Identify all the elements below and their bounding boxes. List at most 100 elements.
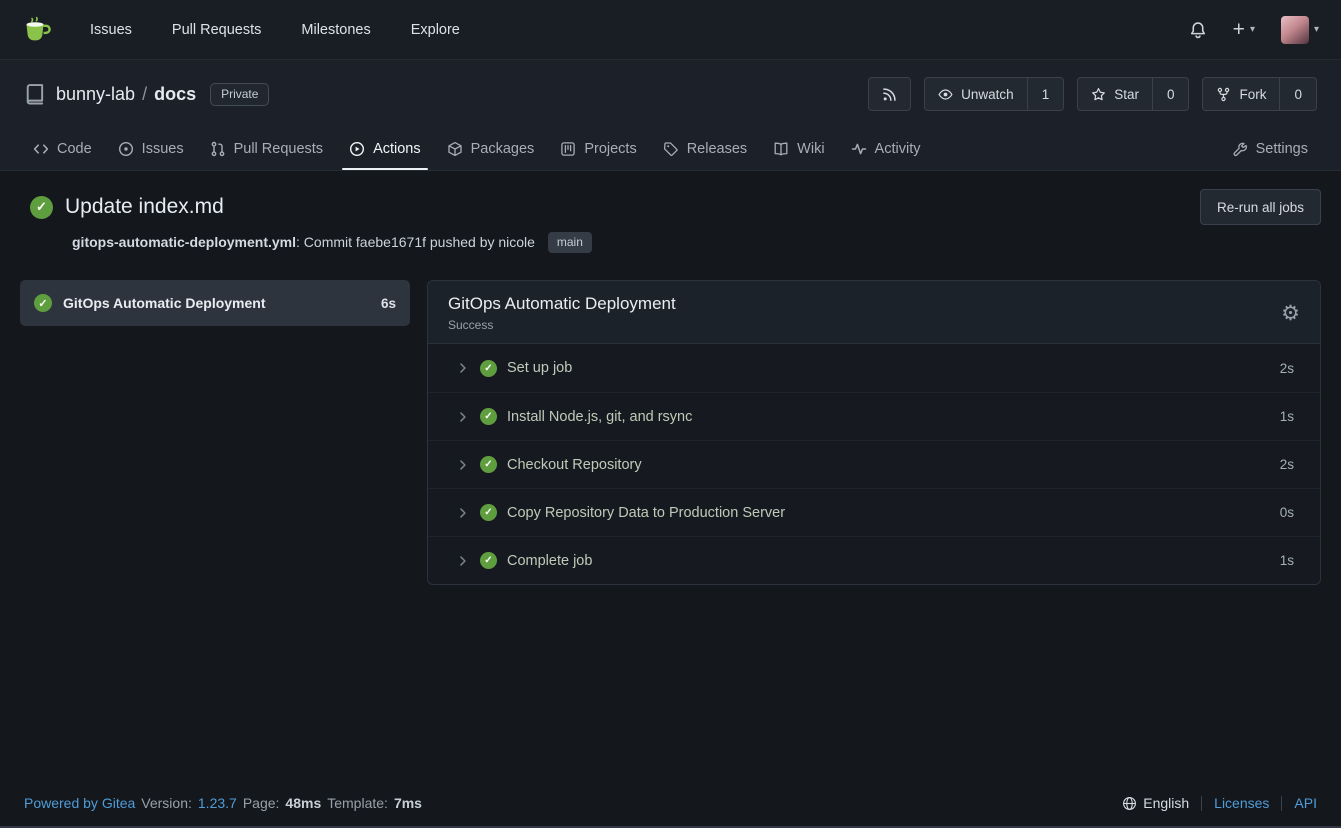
issue-icon	[118, 141, 134, 157]
licenses-link[interactable]: Licenses	[1214, 795, 1269, 811]
branch-badge[interactable]: main	[548, 232, 592, 253]
step-success-icon: ✓	[480, 360, 497, 377]
chevron-right-icon	[456, 361, 470, 375]
tab-pull-requests[interactable]: Pull Requests	[197, 128, 336, 170]
tab-label: Packages	[471, 141, 535, 157]
step-name: Checkout Repository	[507, 457, 642, 473]
activity-pulse-icon	[851, 141, 867, 157]
tab-actions[interactable]: Actions	[336, 128, 434, 170]
jobs-sidebar: ✓ GitOps Automatic Deployment 6s	[20, 280, 410, 326]
step-name: Copy Repository Data to Production Serve…	[507, 505, 785, 521]
api-link[interactable]: API	[1294, 795, 1317, 811]
forks-count-button[interactable]: 0	[1280, 77, 1317, 111]
navbar-left: Issues Pull Requests Milestones Explore	[22, 14, 478, 46]
run-status-success-icon: ✓	[30, 196, 53, 219]
step-row[interactable]: ✓ Install Node.js, git, and rsync 1s	[428, 392, 1320, 440]
book-icon	[773, 141, 789, 157]
repo-title-row: bunny-lab / docs Private	[0, 60, 1341, 128]
star-label: Star	[1114, 87, 1139, 102]
watch-button-group: Unwatch 1	[924, 77, 1064, 111]
rss-button[interactable]	[868, 77, 911, 111]
star-button[interactable]: Star	[1077, 77, 1153, 111]
tab-projects[interactable]: Projects	[547, 128, 649, 170]
step-name: Install Node.js, git, and rsync	[507, 409, 692, 425]
gitea-logo[interactable]	[22, 14, 54, 46]
job-name: GitOps Automatic Deployment	[63, 295, 370, 311]
template-time-label: Template:	[327, 795, 388, 811]
fork-label: Fork	[1239, 87, 1266, 102]
watchers-count-button[interactable]: 1	[1028, 77, 1065, 111]
chevron-right-icon	[456, 458, 470, 472]
version-link[interactable]: 1.23.7	[198, 795, 237, 811]
settings-wrench-icon	[1232, 141, 1248, 157]
step-success-icon: ✓	[480, 408, 497, 425]
project-board-icon	[560, 141, 576, 157]
footer-links: English Licenses API	[1122, 795, 1317, 811]
stars-count-button[interactable]: 0	[1153, 77, 1190, 111]
job-steps-list: ✓ Set up job 2s ✓ Install Node.js, git, …	[428, 344, 1320, 584]
repo-owner-link[interactable]: bunny-lab	[56, 84, 135, 105]
step-duration: 0s	[1280, 505, 1294, 520]
nav-item-milestones[interactable]: Milestones	[283, 14, 388, 46]
step-row[interactable]: ✓ Set up job 2s	[428, 344, 1320, 392]
tab-label: Projects	[584, 141, 636, 157]
fork-icon	[1216, 87, 1231, 102]
nav-item-issues[interactable]: Issues	[72, 14, 150, 46]
tab-label: Activity	[875, 141, 921, 157]
run-subtitle: gitops-automatic-deployment.yml: Commit …	[72, 232, 1321, 253]
package-icon	[447, 141, 463, 157]
tab-settings[interactable]: Settings	[1219, 128, 1321, 170]
gitea-actions-page: Issues Pull Requests Milestones Explore …	[0, 0, 1341, 828]
nav-item-explore[interactable]: Explore	[393, 14, 478, 46]
tab-label: Issues	[142, 141, 184, 157]
tab-label: Pull Requests	[234, 141, 323, 157]
avatar	[1281, 16, 1309, 44]
tab-packages[interactable]: Packages	[434, 128, 548, 170]
fork-button[interactable]: Fork	[1202, 77, 1280, 111]
step-duration: 1s	[1280, 553, 1294, 568]
plus-icon: +	[1233, 19, 1245, 40]
chevron-down-icon: ▾	[1314, 24, 1319, 35]
tab-label: Code	[57, 141, 92, 157]
step-success-icon: ✓	[480, 552, 497, 569]
tabs-spacer	[933, 128, 1218, 170]
create-new-button[interactable]: + ▾	[1233, 19, 1255, 40]
fork-button-group: Fork 0	[1202, 77, 1317, 111]
user-menu-button[interactable]: ▾	[1281, 16, 1319, 44]
tab-releases[interactable]: Releases	[650, 128, 760, 170]
tab-label: Actions	[373, 141, 421, 157]
rss-icon	[882, 87, 897, 102]
job-settings-gear-icon[interactable]: ⚙	[1281, 303, 1300, 324]
commit-info-text: : Commit faebe1671f pushed by nicole	[296, 234, 535, 250]
repo-name-link[interactable]: docs	[154, 84, 196, 105]
job-status-success-icon: ✓	[34, 294, 52, 312]
job-detail-panel: GitOps Automatic Deployment Success ⚙ ✓ …	[427, 280, 1321, 585]
tab-activity[interactable]: Activity	[838, 128, 934, 170]
step-row[interactable]: ✓ Checkout Repository 2s	[428, 440, 1320, 488]
job-panel-header: GitOps Automatic Deployment Success ⚙	[428, 281, 1320, 344]
step-row[interactable]: ✓ Copy Repository Data to Production Ser…	[428, 488, 1320, 536]
tab-code[interactable]: Code	[20, 128, 105, 170]
run-header: ✓ Update index.md Re-run all jobs gitops…	[20, 189, 1321, 253]
chevron-down-icon: ▾	[1250, 24, 1255, 35]
tag-icon	[663, 141, 679, 157]
unwatch-button[interactable]: Unwatch	[924, 77, 1028, 111]
step-row[interactable]: ✓ Complete job 1s	[428, 536, 1320, 584]
language-menu[interactable]: English	[1122, 795, 1189, 811]
nav-item-pull-requests[interactable]: Pull Requests	[154, 14, 279, 46]
powered-by-gitea-link[interactable]: Powered by Gitea	[24, 795, 135, 811]
pull-request-icon	[210, 141, 226, 157]
footer-info: Powered by Gitea Version: 1.23.7 Page: 4…	[24, 795, 422, 811]
job-list-item[interactable]: ✓ GitOps Automatic Deployment 6s	[20, 280, 410, 326]
tab-wiki[interactable]: Wiki	[760, 128, 837, 170]
repo-header: bunny-lab / docs Private	[0, 60, 1341, 171]
job-panel-title: GitOps Automatic Deployment	[448, 294, 676, 314]
tab-label: Settings	[1256, 141, 1308, 157]
rerun-all-jobs-button[interactable]: Re-run all jobs	[1200, 189, 1321, 225]
repo-tabs: Code Issues Pull Requests Actions Packag…	[0, 128, 1341, 170]
workflow-file-name: gitops-automatic-deployment.yml	[72, 234, 296, 250]
step-duration: 2s	[1280, 457, 1294, 472]
notifications-button[interactable]	[1189, 21, 1207, 39]
tab-issues[interactable]: Issues	[105, 128, 197, 170]
tab-label: Releases	[687, 141, 747, 157]
